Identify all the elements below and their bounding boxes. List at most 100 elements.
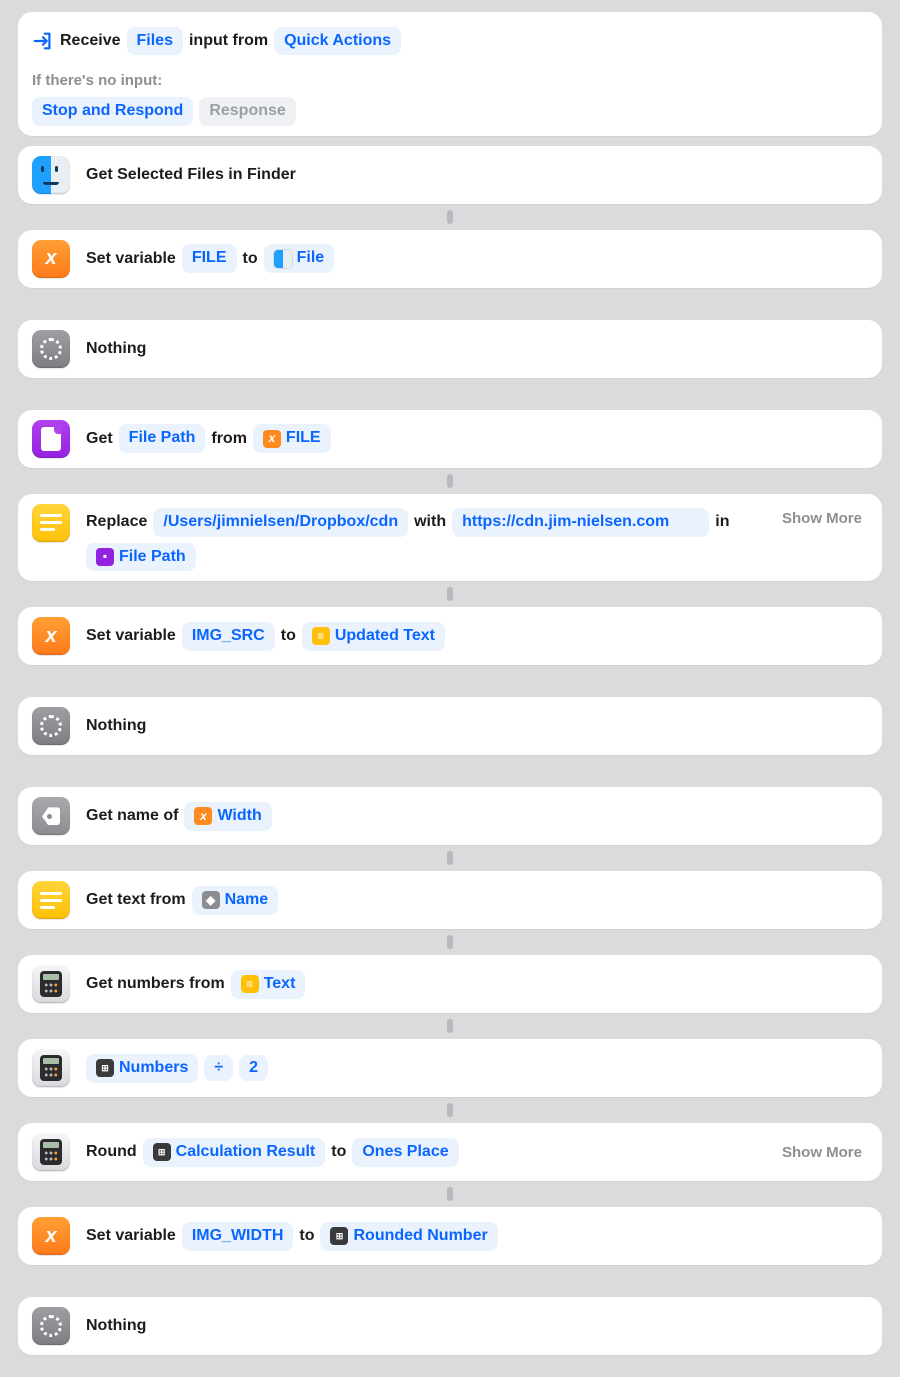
variable-name-token[interactable]: FILE bbox=[182, 244, 237, 273]
action-set-variable-imgsrc[interactable]: x Set variable IMG_SRC to ≡ Updated Text bbox=[18, 607, 882, 665]
action-nothing[interactable]: Nothing bbox=[18, 697, 882, 755]
source-token-text: File Path bbox=[119, 547, 186, 568]
calculator-icon bbox=[32, 965, 70, 1003]
nothing-icon bbox=[32, 707, 70, 745]
source-token[interactable]: ◆ Name bbox=[192, 886, 279, 915]
place-token[interactable]: Ones Place bbox=[352, 1138, 458, 1167]
from-label: from bbox=[211, 430, 247, 448]
detail-token[interactable]: File Path bbox=[119, 424, 206, 453]
variable-chip-icon: x bbox=[194, 807, 212, 825]
with-label: with bbox=[414, 513, 446, 531]
action-title: Nothing bbox=[86, 717, 146, 735]
input-receive-row: Receive Files input from Quick Actions bbox=[32, 22, 868, 60]
text-chip-icon: ≡ bbox=[241, 975, 259, 993]
nothing-icon bbox=[32, 1307, 70, 1345]
replace-text-token[interactable]: https://cdn.jim-nielsen.com bbox=[452, 508, 709, 537]
connector bbox=[18, 1103, 882, 1117]
action-title: Get Selected Files in Finder bbox=[86, 166, 296, 184]
input-from-label: input from bbox=[189, 32, 268, 50]
action-title: Nothing bbox=[86, 1317, 146, 1335]
connector bbox=[18, 474, 882, 488]
connector bbox=[18, 587, 882, 601]
action-get-name[interactable]: Get name of x Width bbox=[18, 787, 882, 845]
action-replace-text[interactable]: Replace /Users/jimnielsen/Dropbox/cdn wi… bbox=[18, 494, 882, 582]
calc-chip-icon: ⊞ bbox=[330, 1227, 348, 1245]
no-input-action-token[interactable]: Stop and Respond bbox=[32, 97, 193, 126]
show-more-button[interactable]: Show More bbox=[782, 1144, 868, 1161]
file-chip-icon: ▪ bbox=[96, 548, 114, 566]
variable-chip-icon: x bbox=[263, 430, 281, 448]
receive-label: Receive bbox=[60, 32, 121, 50]
operand-right-token[interactable]: 2 bbox=[239, 1055, 268, 1081]
calc-chip-icon: ⊞ bbox=[153, 1143, 171, 1161]
finder-chip-icon bbox=[274, 250, 292, 268]
source-token-text: Text bbox=[264, 974, 296, 995]
operator-token[interactable]: ÷ bbox=[204, 1055, 233, 1081]
variable-value-text: Rounded Number bbox=[353, 1226, 487, 1247]
to-label: to bbox=[281, 627, 296, 645]
calc-chip-icon: ⊞ bbox=[96, 1059, 114, 1077]
tag-chip-icon: ◆ bbox=[202, 891, 220, 909]
to-label: to bbox=[331, 1143, 346, 1161]
tag-icon bbox=[32, 797, 70, 835]
variable-value-text: File bbox=[297, 248, 325, 269]
input-icon bbox=[32, 30, 54, 52]
connector bbox=[18, 851, 882, 865]
action-prefix: Get text from bbox=[86, 891, 186, 909]
to-label: to bbox=[299, 1227, 314, 1245]
action-title: Nothing bbox=[86, 340, 146, 358]
variable-icon: x bbox=[32, 617, 70, 655]
connector bbox=[18, 935, 882, 949]
in-label: in bbox=[715, 513, 729, 531]
action-get-numbers[interactable]: Get numbers from ≡ Text bbox=[18, 955, 882, 1013]
variable-icon: x bbox=[32, 240, 70, 278]
variable-value-token[interactable]: ≡ Updated Text bbox=[302, 622, 445, 651]
action-prefix: Set variable bbox=[86, 627, 176, 645]
variable-value-token[interactable]: ⊞ Rounded Number bbox=[320, 1222, 497, 1251]
workflow-input-card: Receive Files input from Quick Actions I… bbox=[18, 12, 882, 136]
variable-name-token[interactable]: IMG_SRC bbox=[182, 622, 275, 651]
action-set-variable-file[interactable]: x Set variable FILE to File bbox=[18, 230, 882, 288]
variable-icon: x bbox=[32, 1217, 70, 1255]
finder-icon bbox=[32, 156, 70, 194]
variable-token-text: FILE bbox=[286, 428, 321, 449]
action-prefix: Set variable bbox=[86, 1227, 176, 1245]
input-source-token[interactable]: Quick Actions bbox=[274, 27, 401, 56]
no-input-label: If there's no input: bbox=[32, 72, 868, 89]
variable-value-token[interactable]: File bbox=[264, 244, 335, 273]
action-get-file-path[interactable]: Get File Path from x FILE bbox=[18, 410, 882, 468]
source-token-text: Name bbox=[225, 890, 269, 911]
source-token[interactable]: ▪ File Path bbox=[86, 543, 196, 572]
variable-token[interactable]: x Width bbox=[184, 802, 271, 831]
source-token[interactable]: ≡ Text bbox=[231, 970, 306, 999]
connector bbox=[18, 1187, 882, 1201]
variable-name-token[interactable]: IMG_WIDTH bbox=[182, 1222, 294, 1251]
find-text-token[interactable]: /Users/jimnielsen/Dropbox/cdn bbox=[153, 508, 408, 537]
action-set-variable-imgwidth[interactable]: x Set variable IMG_WIDTH to ⊞ Rounded Nu… bbox=[18, 1207, 882, 1265]
show-more-button[interactable]: Show More bbox=[782, 504, 868, 527]
variable-value-text: Updated Text bbox=[335, 626, 435, 647]
input-type-token[interactable]: Files bbox=[127, 27, 183, 56]
no-input-response-token[interactable]: Response bbox=[199, 97, 295, 126]
action-calculate[interactable]: ⊞ Numbers ÷ 2 bbox=[18, 1039, 882, 1097]
action-round[interactable]: Round ⊞ Calculation Result to Ones Place… bbox=[18, 1123, 882, 1181]
variable-token-text: Width bbox=[217, 806, 261, 827]
connector bbox=[18, 210, 882, 224]
action-prefix: Get bbox=[86, 430, 113, 448]
source-token[interactable]: ⊞ Calculation Result bbox=[143, 1138, 326, 1167]
action-get-selected-files[interactable]: Get Selected Files in Finder bbox=[18, 146, 882, 204]
text-icon bbox=[32, 881, 70, 919]
calculator-icon bbox=[32, 1133, 70, 1171]
calculator-icon bbox=[32, 1049, 70, 1087]
action-nothing[interactable]: Nothing bbox=[18, 1297, 882, 1355]
source-token-text: Calculation Result bbox=[176, 1142, 316, 1163]
operand-left-token[interactable]: ⊞ Numbers bbox=[86, 1054, 198, 1083]
to-label: to bbox=[243, 250, 258, 268]
nothing-icon bbox=[32, 330, 70, 368]
action-prefix: Get numbers from bbox=[86, 975, 225, 993]
text-chip-icon: ≡ bbox=[312, 627, 330, 645]
variable-token[interactable]: x FILE bbox=[253, 424, 331, 453]
action-nothing[interactable]: Nothing bbox=[18, 320, 882, 378]
action-prefix: Replace bbox=[86, 513, 147, 531]
action-get-text[interactable]: Get text from ◆ Name bbox=[18, 871, 882, 929]
